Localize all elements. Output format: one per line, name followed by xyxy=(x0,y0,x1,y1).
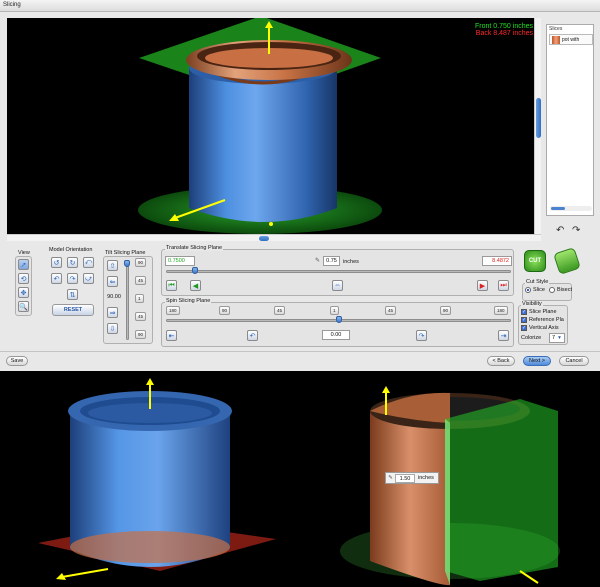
rotate-y-ccw-icon[interactable]: ↶ xyxy=(51,273,62,284)
tilt-step-back-icon[interactable]: ⇐ xyxy=(107,276,118,287)
slices-scrollbar[interactable] xyxy=(550,206,592,211)
scroll-thumb[interactable] xyxy=(259,236,269,241)
translate-min-value: 0.7500 xyxy=(165,256,195,266)
measure-value[interactable]: 1.50 xyxy=(395,473,415,483)
visibility-label: Visibility xyxy=(521,301,543,307)
edit-pencil-icon[interactable]: ✎ xyxy=(386,475,395,481)
translate-slider-knob[interactable] xyxy=(192,267,198,274)
reset-label: RESET xyxy=(63,307,83,313)
redo-icon[interactable]: ↷ xyxy=(572,225,580,236)
pot-model-render xyxy=(138,18,382,234)
slice-thumbnail xyxy=(552,36,560,44)
tilt-deg-button[interactable]: 45 xyxy=(135,276,147,285)
spin-step-back-icon[interactable]: ↶ xyxy=(247,330,258,341)
viewport-horizontal-scrollbar[interactable] xyxy=(7,234,541,241)
slices-panel: Slices pot with xyxy=(546,24,594,216)
rotate-z-ccw-icon[interactable]: ⤺ xyxy=(83,257,94,268)
cut-label: CUT xyxy=(528,258,542,264)
slice-item-label: pot with xyxy=(562,37,580,43)
zoom-icon[interactable]: 🔍 xyxy=(18,301,29,312)
window-title: Slicing xyxy=(3,2,21,8)
slice-result-renders xyxy=(38,378,560,586)
tilt-deg-button[interactable]: 45 xyxy=(135,312,147,321)
tilt-down-icon[interactable]: ⇩ xyxy=(107,323,118,334)
front-step-back-icon[interactable]: ◀ xyxy=(190,280,201,291)
slices-title: Slices xyxy=(549,26,563,32)
cut-style-bisect-radio[interactable]: Bisect xyxy=(549,287,572,293)
rotate-view-icon[interactable]: ⟲ xyxy=(18,273,29,284)
undo-icon[interactable]: ↶ xyxy=(556,225,564,236)
colorize-select[interactable]: 7 ▾ xyxy=(549,333,565,343)
colorize-label: Colorize xyxy=(521,335,542,341)
rotate-z-cw-icon[interactable]: ⤻ xyxy=(83,273,94,284)
3d-viewport[interactable]: Front 0.750 inches Back 8.487 inches xyxy=(7,18,541,234)
model-orientation-label: Model Orientation xyxy=(49,247,93,253)
translate-label: Translate Slicing Plane xyxy=(165,245,224,251)
cancel-button[interactable]: Cancel xyxy=(559,356,589,366)
vertical-axis-checkbox[interactable]: ✓ Vertical Axis xyxy=(521,325,559,331)
tilt-step-forward-icon[interactable]: ⇒ xyxy=(107,307,118,318)
measure-unit: inches xyxy=(418,475,434,481)
tilt-slider-track[interactable] xyxy=(126,260,129,340)
spin-deg-button[interactable]: 180 xyxy=(166,306,180,315)
cut-style-slice-radio[interactable]: Slice xyxy=(525,287,545,293)
tilt-deg-button[interactable]: 90 xyxy=(135,330,147,339)
tilt-value[interactable]: 90.00 xyxy=(105,292,123,302)
cut-button[interactable]: CUT xyxy=(524,250,546,272)
spin-deg-button[interactable]: 45 xyxy=(385,306,397,315)
reference-plane-checkbox[interactable]: ✓ Reference Pla xyxy=(521,317,564,323)
back-step-forward-icon[interactable]: ▶ xyxy=(477,280,488,291)
spin-deg-button[interactable]: 45 xyxy=(274,306,286,315)
tilt-slider-knob[interactable] xyxy=(124,260,130,267)
spin-step-forward-icon[interactable]: ↷ xyxy=(416,330,427,341)
edit-pencil-icon[interactable]: ✎ xyxy=(315,257,320,264)
viewport-vertical-scrollbar[interactable] xyxy=(534,18,541,234)
tilt-up-icon[interactable]: ⇧ xyxy=(107,260,118,271)
select-tool-icon[interactable]: ➚ xyxy=(18,259,29,270)
translate-current-value[interactable]: 0.75 xyxy=(323,256,340,266)
reset-orientation-button[interactable]: RESET xyxy=(52,304,94,316)
bottom-renders: ✎ 1.50 inches xyxy=(0,371,600,587)
next-button[interactable]: Next > xyxy=(523,356,551,366)
spin-left-end-icon[interactable]: ⇤ xyxy=(166,330,177,341)
slice-list-item[interactable]: pot with xyxy=(549,34,593,45)
back-button[interactable]: < Back xyxy=(487,356,515,366)
spin-deg-button[interactable]: 90 xyxy=(219,306,231,315)
rotate-x-ccw-icon[interactable]: ↺ xyxy=(51,257,62,268)
footer-divider xyxy=(0,351,600,352)
pot-body xyxy=(189,68,337,222)
translate-slider-track[interactable] xyxy=(166,270,511,273)
flip-icon[interactable]: ⇅ xyxy=(67,289,78,300)
spin-label: Spin Slicing Plane xyxy=(165,298,212,304)
scroll-thumb[interactable] xyxy=(536,98,541,138)
measure-readout[interactable]: ✎ 1.50 inches xyxy=(385,472,439,484)
translate-max-value: 8.4872 xyxy=(482,256,512,266)
bisect-preview-icon[interactable] xyxy=(553,247,581,275)
rotate-y-cw-icon[interactable]: ↷ xyxy=(67,273,78,284)
spin-deg-button[interactable]: 1 xyxy=(330,306,339,315)
slice-plane-checkbox[interactable]: ✓ Slice Plane xyxy=(521,309,557,315)
center-plane-icon[interactable]: ⇔ xyxy=(332,280,343,291)
back-to-end-icon[interactable]: ⏭ xyxy=(498,280,509,291)
spin-deg-button[interactable]: 90 xyxy=(440,306,452,315)
bisect-render xyxy=(340,386,560,586)
pan-view-icon[interactable]: ✥ xyxy=(18,287,29,298)
title-bar: Slicing xyxy=(0,0,600,12)
slice-plane-render xyxy=(38,378,276,580)
spin-right-end-icon[interactable]: ⇥ xyxy=(498,330,509,341)
spin-deg-button[interactable]: 180 xyxy=(494,306,508,315)
tilt-deg-button[interactable]: 90 xyxy=(135,258,147,267)
slicing-window: Slicing Front 0.750 inches Back 8.487 in… xyxy=(0,0,600,371)
spin-value[interactable]: 0.00 xyxy=(322,330,350,340)
rotate-x-cw-icon[interactable]: ↻ xyxy=(67,257,78,268)
front-to-start-icon[interactable]: ⏮ xyxy=(166,280,177,291)
spin-slider-knob[interactable] xyxy=(335,316,342,323)
save-button[interactable]: Save xyxy=(6,356,28,366)
chevron-down-icon: ▾ xyxy=(558,335,561,341)
front-distance-readout: Front 0.750 inches xyxy=(475,23,533,30)
translate-unit: inches xyxy=(343,259,359,265)
cut-style-label: Cut Style xyxy=(525,279,550,285)
back-distance-readout: Back 8.487 inches xyxy=(475,30,533,37)
tilt-deg-button[interactable]: 1 xyxy=(135,294,144,303)
